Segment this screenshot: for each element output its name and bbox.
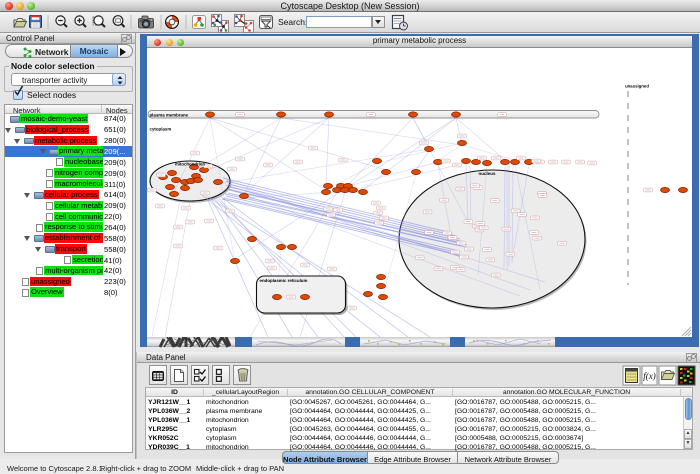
svg-text:plasma membrane: plasma membrane: [150, 112, 189, 117]
svg-text:nucleus: nucleus: [478, 171, 495, 176]
svg-text:cytoplasm: cytoplasm: [150, 127, 172, 132]
svg-text:endoplasmic reticulum: endoplasmic reticulum: [260, 278, 308, 283]
svg-text:mitochondrion: mitochondrion: [175, 161, 205, 166]
svg-text:unassigned: unassigned: [625, 84, 649, 89]
svg-text:f(x): f(x): [643, 371, 656, 381]
